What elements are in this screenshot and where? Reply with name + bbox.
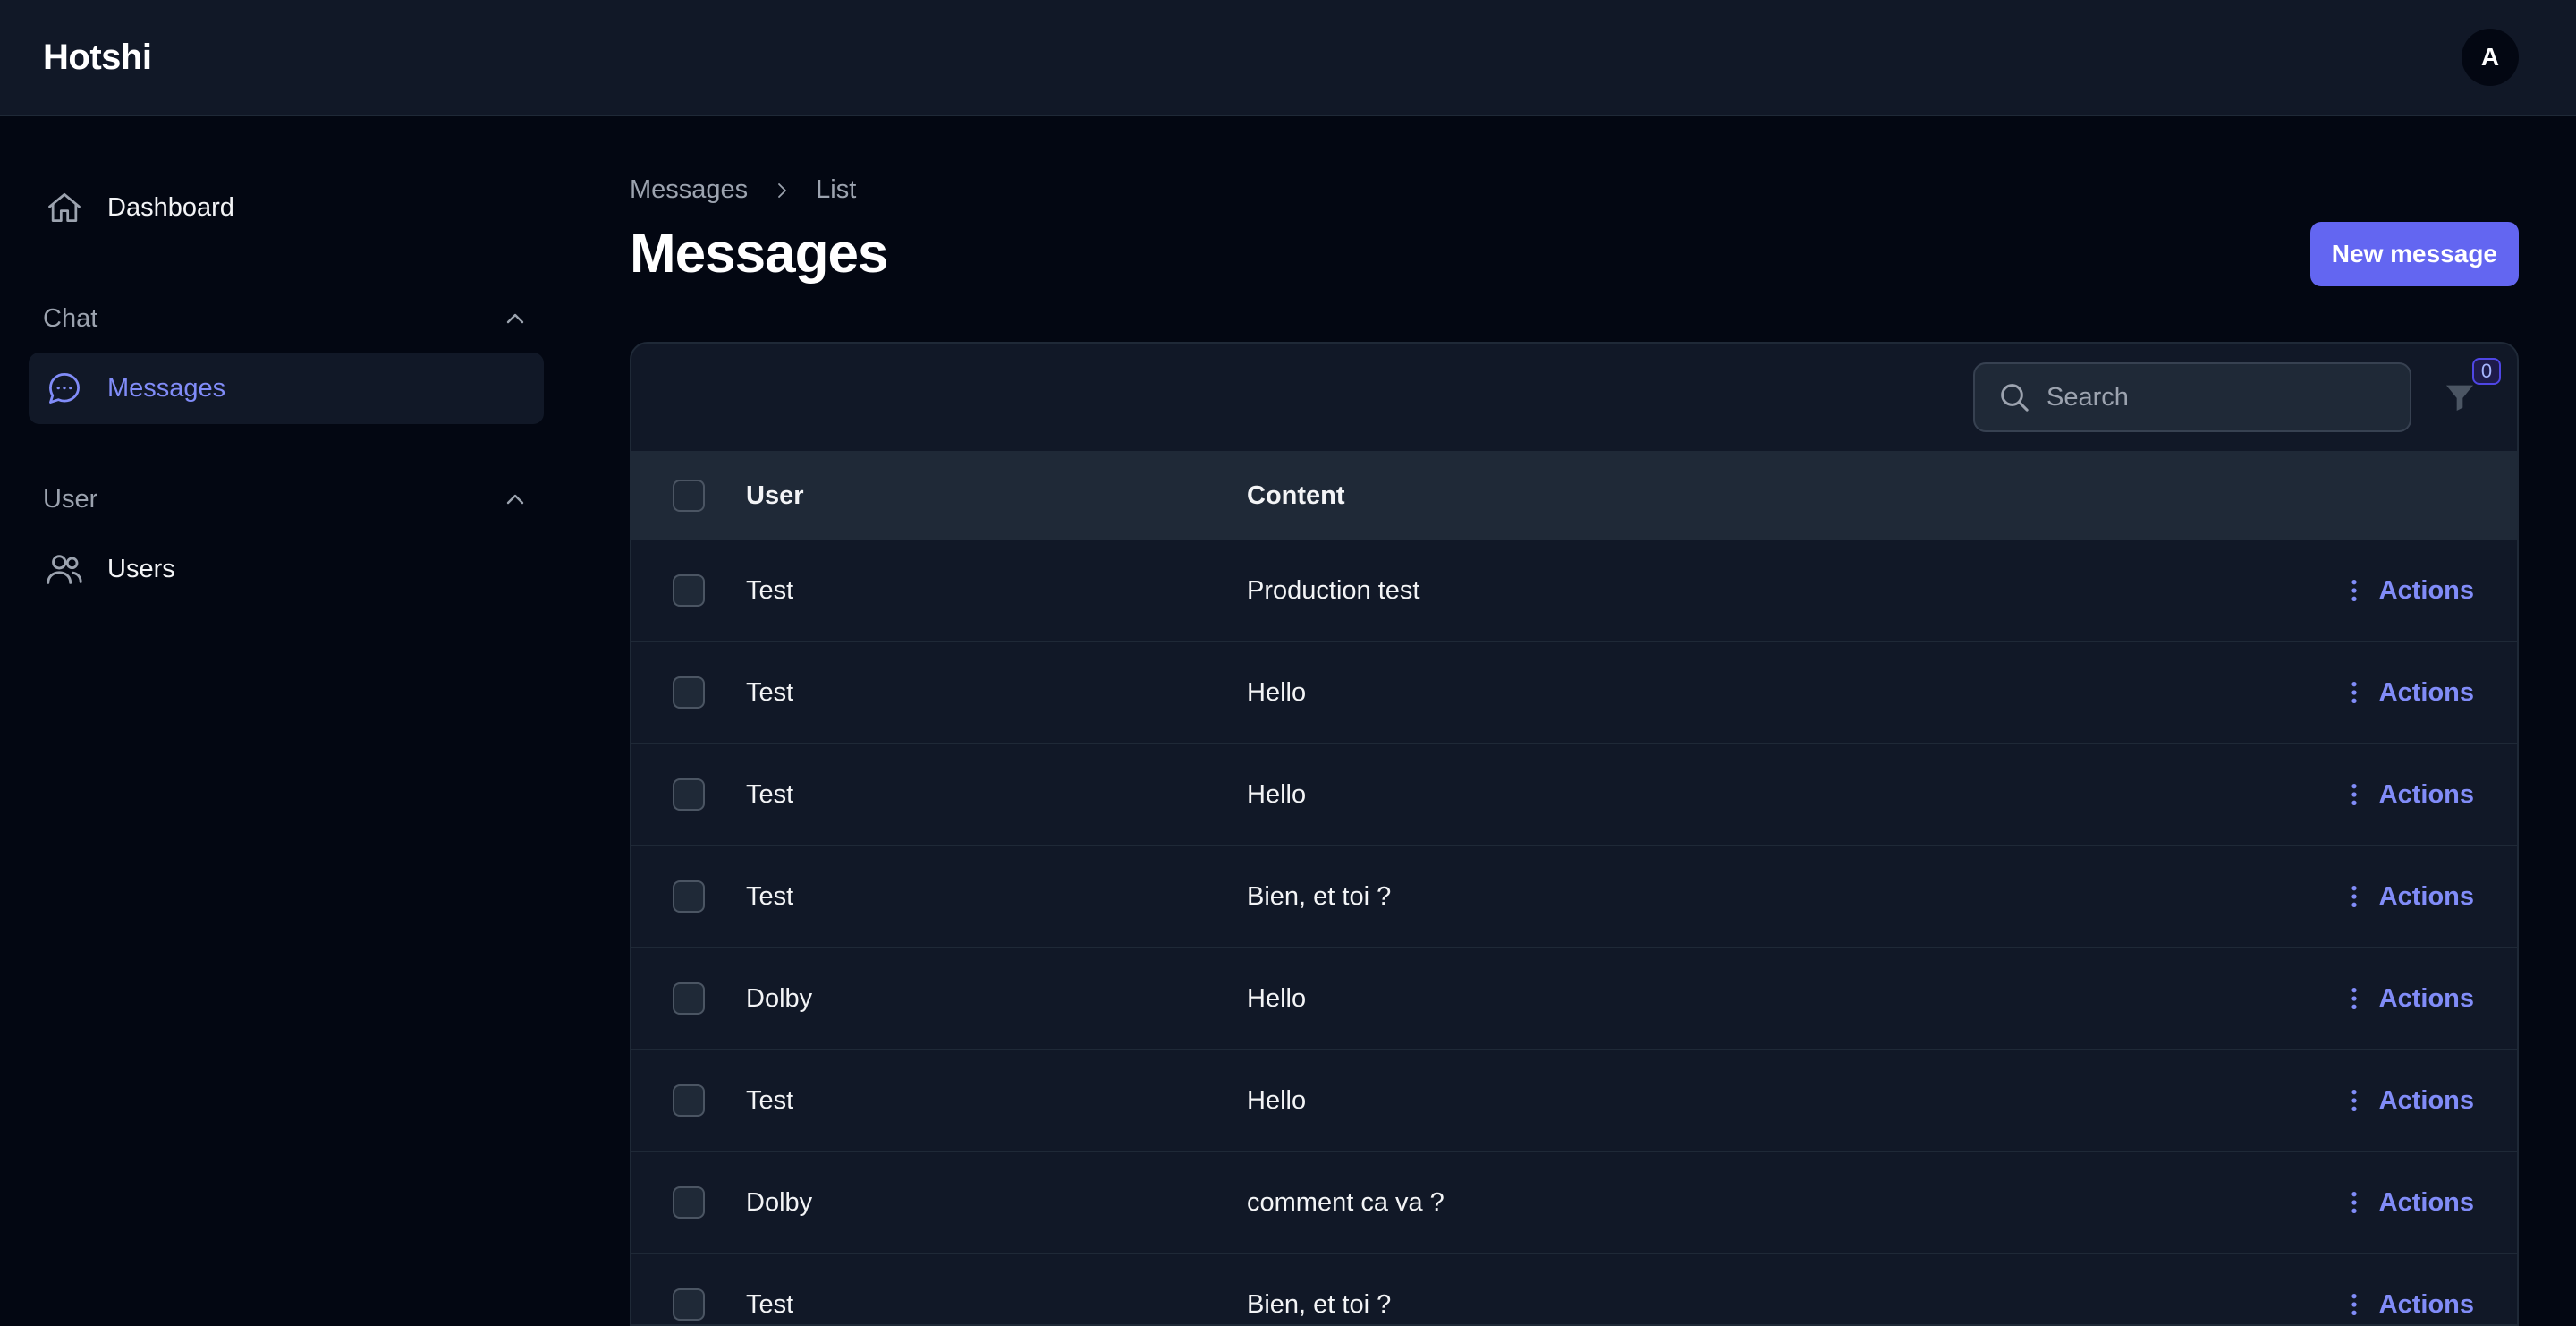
- actions-label: Actions: [2378, 677, 2474, 707]
- table-row[interactable]: Test Hello Actions: [631, 642, 2517, 744]
- table-row[interactable]: Test Production test Actions: [631, 540, 2517, 642]
- cell-content: Production test: [1247, 575, 1420, 605]
- actions-label: Actions: [2378, 575, 2474, 605]
- more-vertical-icon: [2351, 784, 2357, 805]
- cell-content: Bien, et toi ?: [1247, 881, 1392, 911]
- more-vertical-icon: [2351, 1294, 2357, 1315]
- cell-content: Bien, et toi ?: [1247, 1289, 1392, 1319]
- sidebar-item-messages[interactable]: Messages: [29, 353, 544, 424]
- more-vertical-icon: [2351, 988, 2357, 1009]
- funnel-icon: [2446, 385, 2473, 411]
- chevron-up-icon: [506, 313, 524, 324]
- sidebar-item-label: Messages: [107, 373, 226, 403]
- actions-label: Actions: [2378, 1187, 2474, 1217]
- chat-bubble-icon: [43, 367, 86, 410]
- row-actions-button[interactable]: Actions: [2284, 1290, 2517, 1320]
- cell-user: Test: [746, 779, 794, 809]
- actions-label: Actions: [2378, 779, 2474, 809]
- breadcrumb-current: List: [816, 175, 857, 204]
- cell-user: Dolby: [746, 1187, 813, 1217]
- actions-label: Actions: [2378, 983, 2474, 1013]
- search-input[interactable]: [2046, 382, 2386, 412]
- more-vertical-icon: [2351, 1090, 2357, 1111]
- cell-content: Hello: [1247, 1085, 1307, 1115]
- column-header-user[interactable]: User: [746, 481, 1247, 511]
- row-checkbox[interactable]: [673, 1288, 705, 1321]
- cell-user: Test: [746, 881, 794, 911]
- cell-content: Hello: [1247, 983, 1307, 1013]
- more-vertical-icon: [2351, 682, 2357, 703]
- row-actions-button[interactable]: Actions: [2284, 1188, 2517, 1218]
- row-checkbox[interactable]: [673, 778, 705, 811]
- breadcrumb-link-messages[interactable]: Messages: [630, 175, 748, 205]
- sidebar-item-label: Dashboard: [107, 192, 234, 222]
- user-avatar[interactable]: A: [2462, 29, 2519, 86]
- row-checkbox[interactable]: [673, 1084, 705, 1117]
- column-header-content[interactable]: Content: [1247, 481, 2517, 511]
- more-vertical-icon: [2351, 886, 2357, 907]
- cell-user: Test: [746, 1085, 794, 1115]
- table-row[interactable]: Dolby comment ca va ? Actions: [631, 1152, 2517, 1254]
- main-content: Messages List Messages New message 0: [630, 116, 2519, 1326]
- cell-content: comment ca va ?: [1247, 1187, 1445, 1217]
- row-actions-button[interactable]: Actions: [2284, 678, 2517, 708]
- sidebar-item-users[interactable]: Users: [29, 533, 544, 605]
- page-title: Messages: [630, 223, 888, 285]
- row-checkbox[interactable]: [673, 574, 705, 607]
- sidebar-group-user[interactable]: User: [29, 472, 544, 526]
- table-header-row: User Content: [631, 453, 2517, 540]
- row-checkbox[interactable]: [673, 676, 705, 709]
- table-row[interactable]: Dolby Hello Actions: [631, 948, 2517, 1050]
- brand-logo[interactable]: Hotshi: [43, 38, 152, 78]
- search-icon: [2001, 384, 2029, 412]
- chevron-up-icon: [506, 494, 524, 505]
- chevron-right-icon: [771, 180, 792, 201]
- more-vertical-icon: [2351, 1192, 2357, 1213]
- messages-table: 0 User Content Test Production test Acti…: [630, 342, 2519, 1326]
- row-actions-button[interactable]: Actions: [2284, 984, 2517, 1014]
- actions-label: Actions: [2378, 1085, 2474, 1115]
- actions-label: Actions: [2378, 1289, 2474, 1319]
- row-actions-button[interactable]: Actions: [2284, 780, 2517, 810]
- home-icon: [43, 186, 86, 229]
- actions-label: Actions: [2378, 881, 2474, 911]
- table-row[interactable]: Test Bien, et toi ? Actions: [631, 1254, 2517, 1324]
- row-actions-button[interactable]: Actions: [2284, 882, 2517, 912]
- table-row[interactable]: Test Hello Actions: [631, 1050, 2517, 1152]
- cell-user: Test: [746, 575, 794, 605]
- cell-content: Hello: [1247, 677, 1307, 707]
- top-bar: Hotshi A: [0, 0, 2576, 116]
- breadcrumb: Messages List: [630, 175, 856, 205]
- cell-user: Dolby: [746, 983, 813, 1013]
- row-actions-button[interactable]: Actions: [2284, 576, 2517, 606]
- filter-count-badge: 0: [2472, 358, 2501, 385]
- table-row[interactable]: Test Bien, et toi ? Actions: [631, 846, 2517, 948]
- search-box[interactable]: [1973, 362, 2411, 432]
- table-row[interactable]: Test Hello Actions: [631, 744, 2517, 846]
- sidebar-item-label: Users: [107, 554, 175, 583]
- users-icon: [43, 548, 86, 591]
- sidebar-item-dashboard[interactable]: Dashboard: [29, 172, 544, 243]
- group-title: User: [43, 484, 98, 514]
- group-title: Chat: [43, 303, 98, 333]
- table-toolbar: 0: [631, 344, 2517, 453]
- select-all-checkbox[interactable]: [673, 480, 705, 512]
- sidebar-group-chat[interactable]: Chat: [29, 292, 544, 345]
- more-vertical-icon: [2351, 580, 2357, 601]
- row-checkbox[interactable]: [673, 1186, 705, 1219]
- cell-user: Test: [746, 1289, 794, 1319]
- row-checkbox[interactable]: [673, 880, 705, 913]
- cell-user: Test: [746, 677, 794, 707]
- sidebar: Dashboard Chat Messages User Users: [0, 116, 572, 1303]
- filter-button[interactable]: 0: [2438, 358, 2501, 419]
- row-checkbox[interactable]: [673, 982, 705, 1015]
- cell-content: Hello: [1247, 779, 1307, 809]
- new-message-button[interactable]: New message: [2309, 222, 2519, 286]
- row-actions-button[interactable]: Actions: [2284, 1086, 2517, 1116]
- table-body: Test Production test Actions Test Hello …: [631, 540, 2517, 1324]
